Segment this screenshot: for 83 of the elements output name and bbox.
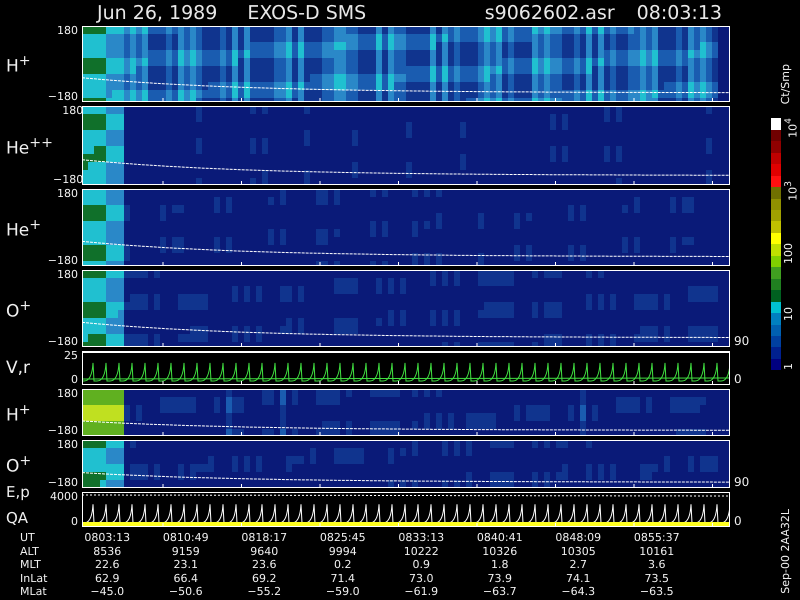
table-cell-text: 69.2 [251, 572, 278, 586]
table-cell-text: 2.7 [568, 558, 588, 572]
table-cell-text: 10305 [560, 544, 597, 558]
row-label: MLT [19, 558, 42, 572]
table-cell-text: 9994 [328, 544, 358, 558]
table-cell-text: 0840:41 [476, 531, 524, 545]
data-code: Sep-00 2AA32L [778, 509, 792, 594]
panel-label: He$^{+}$ [6, 216, 42, 240]
instrument-title: EXOS-D SMS [247, 2, 366, 24]
table-cell-text: 23.6 [251, 558, 278, 572]
axis-tick-label: 90 [734, 476, 750, 488]
table-cell-text: 74.1 [565, 572, 592, 586]
table-cell-text: 10161 [638, 544, 676, 558]
table-cell-text: 66.4 [172, 572, 199, 586]
table-cell-text: −61.9 [403, 585, 440, 599]
table-cell-text: 22.6 [94, 558, 120, 572]
table-cell-text: −63.7 [482, 585, 518, 599]
table-cell-text: 73.9 [486, 572, 513, 586]
panel-label: O$^{+}$ [6, 452, 32, 476]
row-label: ALT [19, 544, 40, 558]
table-cell-text: 8536 [92, 544, 122, 558]
axis-tick-label: 0 [734, 373, 743, 385]
table-cell-text: 10222 [402, 544, 440, 558]
table-cell-text: 23.1 [172, 558, 199, 572]
scale-tick-label: 100 [782, 243, 796, 264]
table-cell-text: 0825:45 [318, 531, 367, 545]
table-cell-text: −59.0 [324, 585, 361, 599]
table-cell-text: −45.0 [89, 585, 126, 599]
plot-date: Jun 26, 1989 [97, 2, 218, 24]
table-cell-text: −50.6 [168, 585, 204, 599]
axis-tick-label: 25 [64, 351, 78, 361]
axis-tick-label: 180 [57, 270, 78, 280]
axis-tick-label: 0 [71, 375, 78, 385]
table-cell-text: 9159 [170, 544, 201, 558]
table-cell-text: 71.4 [330, 572, 356, 586]
panel-label: He$^{++}$ [6, 134, 53, 158]
file-name: s9062602.asr [484, 2, 615, 24]
panel-label: V,r [6, 359, 30, 377]
panel-label: O$^{+}$ [6, 296, 32, 320]
axis-tick-label: 0 [71, 517, 78, 527]
axis-tick-label: 0 [734, 515, 743, 527]
table-cell-text: 0803:13 [83, 531, 132, 545]
panel-label: H$^{+}$ [6, 400, 31, 424]
scale-tick-label: 1 [782, 363, 796, 370]
table-cell-text: 0818:17 [240, 531, 288, 545]
panel-label: QA [6, 510, 30, 527]
row-label: UT [19, 531, 36, 545]
unit-label: Ct/Smp [778, 64, 792, 104]
axis-tick-label: −180 [48, 337, 78, 347]
panel-label: E,p [6, 484, 30, 501]
table-cell-text: 0810:49 [162, 531, 210, 545]
axis-tick-label: 180 [57, 26, 78, 36]
table-cell-text: 0833:13 [397, 531, 446, 545]
axis-tick-label: 180 [57, 189, 78, 199]
scale-tick-label: 10 [782, 306, 796, 321]
axis-tick-label: −180 [48, 478, 78, 488]
table-cell-text: −64.3 [560, 585, 596, 599]
axis-tick-label: 180 [62, 106, 84, 116]
axis-tick-label: 90 [734, 335, 750, 347]
plot-time: 08:03:13 [636, 2, 722, 24]
table-cell-text: 0.9 [412, 558, 431, 572]
table-cell-text: 0.2 [333, 558, 352, 572]
table-cell-text: −63.5 [638, 585, 675, 599]
axis-tick-label: −180 [48, 256, 78, 266]
table-cell-text: 0855:37 [632, 531, 681, 545]
row-label: InLat [19, 572, 48, 586]
table-cell-text: 73.0 [408, 572, 434, 586]
table-cell-text: 10326 [481, 544, 518, 558]
table-cell-text: 73.5 [644, 572, 670, 586]
axis-tick-label: 4000 [50, 492, 78, 502]
table-cell-text: 1.8 [490, 558, 510, 572]
table-cell-text: −55.2 [246, 585, 282, 599]
table-cell-text: 62.9 [94, 572, 120, 586]
panel-label: H$^{+}$ [6, 52, 31, 76]
axis-tick-label: 180 [57, 440, 78, 450]
axis-tick-label: −180 [48, 426, 78, 436]
row-label: MLat [19, 585, 48, 599]
axis-tick-label: −180 [52, 175, 84, 185]
axis-tick-label: −180 [48, 92, 78, 102]
table-cell-text: 3.6 [647, 558, 666, 572]
axis-tick-label: 180 [57, 389, 78, 399]
table-cell-text: 0848:09 [554, 531, 602, 545]
table-cell-text: 9640 [249, 544, 280, 558]
